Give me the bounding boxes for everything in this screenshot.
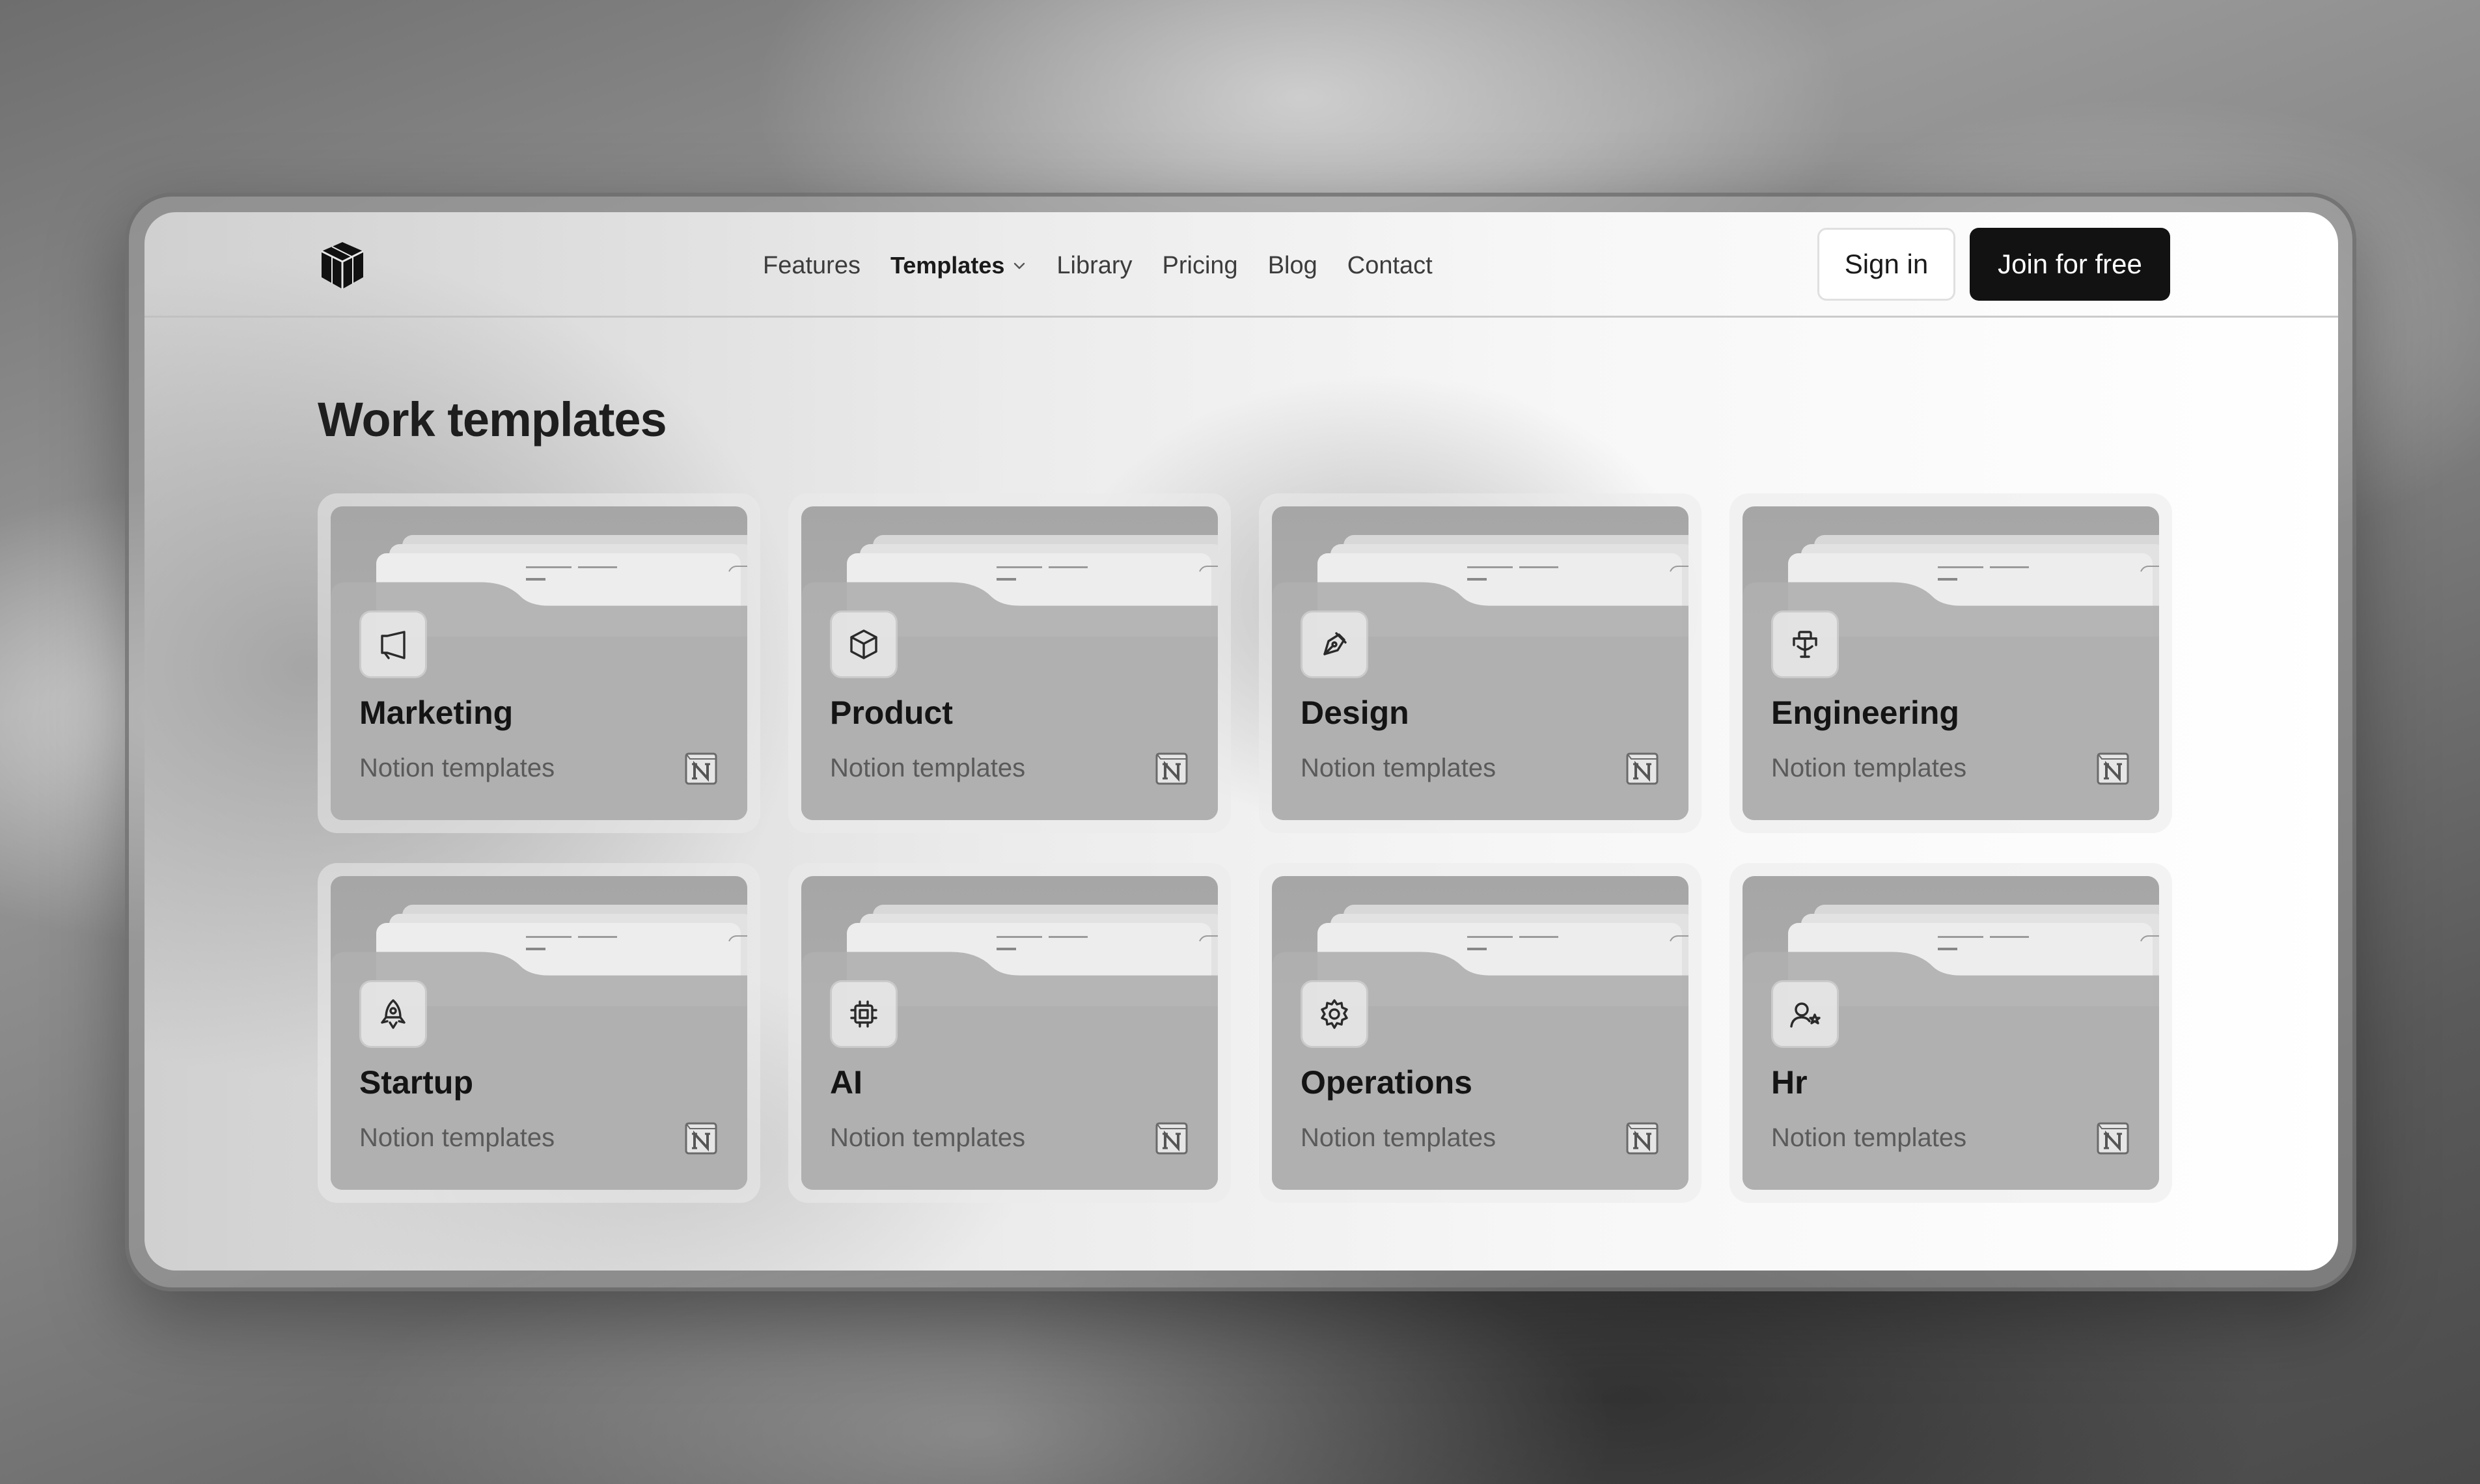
card-title: Product xyxy=(830,694,953,731)
join-for-free-button[interactable]: Join for free xyxy=(1970,228,2170,301)
card-icon-box xyxy=(1301,611,1368,678)
card-subtitle: Notion templates xyxy=(359,754,555,782)
rocket-icon xyxy=(381,999,406,1029)
app-window: Features Templates Library Pricing Blog … xyxy=(145,212,2338,1271)
card-title: Marketing xyxy=(359,694,514,731)
card-title: Engineering xyxy=(1771,694,1959,731)
card-body: Startup Notion templates xyxy=(331,876,747,1190)
chevron-down-icon xyxy=(1014,262,1025,269)
card-icon-box xyxy=(359,611,427,678)
card-subtitle: Notion templates xyxy=(1771,1123,1967,1152)
card-title: AI xyxy=(830,1064,862,1101)
notion-icon xyxy=(685,752,717,785)
notion-icon xyxy=(1155,752,1188,785)
pen-tool-icon xyxy=(1323,632,1347,655)
template-card-startup[interactable]: Startup Notion templates xyxy=(318,863,760,1203)
sign-in-button[interactable]: Sign in xyxy=(1817,228,1955,301)
card-body: Design Notion templates xyxy=(1272,506,1688,820)
notion-icon xyxy=(1155,1122,1188,1155)
card-subtitle: Notion templates xyxy=(1771,754,1967,782)
cpu-icon xyxy=(850,1000,877,1028)
card-icon-box xyxy=(1301,980,1368,1048)
template-card-marketing[interactable]: Marketing Notion templates xyxy=(318,493,760,833)
user-star-icon xyxy=(1790,1002,1821,1028)
card-title: Operations xyxy=(1301,1064,1472,1101)
megaphone-icon xyxy=(381,631,406,659)
card-body: Engineering Notion templates xyxy=(1743,506,2159,820)
main-nav: Features Templates Library Pricing Blog … xyxy=(763,246,1433,285)
nav-blog[interactable]: Blog xyxy=(1268,252,1317,280)
notion-icon xyxy=(685,1122,717,1155)
nav-pricing[interactable]: Pricing xyxy=(1163,252,1238,280)
notion-icon xyxy=(1626,1122,1659,1155)
card-subtitle: Notion templates xyxy=(1301,754,1496,782)
card-icon-box xyxy=(830,980,898,1048)
nav-features[interactable]: Features xyxy=(763,252,861,280)
template-card-ai[interactable]: AI Notion templates xyxy=(788,863,1231,1203)
card-subtitle: Notion templates xyxy=(830,1123,1026,1152)
card-subtitle: Notion templates xyxy=(1301,1123,1496,1152)
card-body: Marketing Notion templates xyxy=(331,506,747,820)
page-title: Work templates xyxy=(318,392,667,447)
card-title: Design xyxy=(1301,694,1409,731)
box-icon xyxy=(850,629,877,659)
template-card-engineering[interactable]: Engineering Notion templates xyxy=(1729,493,2172,833)
card-title: Startup xyxy=(359,1064,473,1101)
template-card-operations[interactable]: Operations Notion templates xyxy=(1259,863,1702,1203)
network-icon xyxy=(1793,631,1817,658)
nav-templates-label: Templates xyxy=(890,252,1005,279)
card-subtitle: Notion templates xyxy=(359,1123,555,1152)
card-body: Operations Notion templates xyxy=(1272,876,1688,1190)
notion-icon xyxy=(1626,752,1659,785)
card-title: Hr xyxy=(1771,1064,1808,1101)
card-icon-box xyxy=(359,980,427,1048)
card-subtitle: Notion templates xyxy=(830,754,1026,782)
template-grid: Marketing Notion templates Product Notio… xyxy=(318,493,2172,1203)
nav-templates[interactable]: Templates xyxy=(890,252,1026,279)
card-icon-box xyxy=(1771,980,1839,1048)
card-body: Product Notion templates xyxy=(801,506,1218,820)
logo-icon[interactable] xyxy=(316,240,368,292)
template-card-design[interactable]: Design Notion templates xyxy=(1259,493,1702,833)
nav-contact[interactable]: Contact xyxy=(1347,252,1433,280)
notion-icon xyxy=(2097,1122,2129,1155)
card-icon-box xyxy=(1771,611,1839,678)
navbar: Features Templates Library Pricing Blog … xyxy=(145,212,2338,318)
notion-icon xyxy=(2097,752,2129,785)
card-icon-box xyxy=(830,611,898,678)
template-card-hr[interactable]: Hr Notion templates xyxy=(1729,863,2172,1203)
gear-icon xyxy=(1321,999,1348,1029)
nav-library[interactable]: Library xyxy=(1056,252,1132,280)
card-body: AI Notion templates xyxy=(801,876,1218,1190)
card-body: Hr Notion templates xyxy=(1743,876,2159,1190)
template-card-product[interactable]: Product Notion templates xyxy=(788,493,1231,833)
